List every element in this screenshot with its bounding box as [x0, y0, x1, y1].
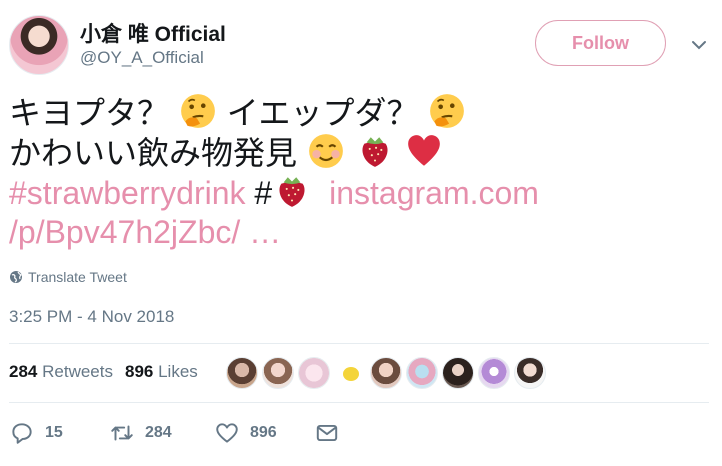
- divider: [9, 343, 709, 344]
- liker-avatars: [226, 357, 546, 389]
- tweet-text-segment: キヨプタ？: [9, 95, 170, 131]
- red-heart-icon: [407, 135, 440, 166]
- liker-avatar[interactable]: [478, 357, 510, 389]
- tweet-stats: 284 Retweets 896 Likes: [9, 362, 198, 382]
- hashtag-link[interactable]: #strawberrydrink: [9, 175, 246, 211]
- envelope-icon: [316, 424, 338, 442]
- liker-avatar[interactable]: [406, 357, 438, 389]
- liker-avatar[interactable]: [370, 357, 402, 389]
- hashtag-symbol: #: [254, 175, 273, 211]
- instagram-link[interactable]: instagram.com: [329, 175, 539, 211]
- tweet-text: キヨプタ？ イエップダ？ かわいい飲み物発見 #strawberrydrink …: [9, 92, 609, 252]
- tweet-text-segment: かわいい飲み物発見: [9, 135, 298, 171]
- hashtag-link[interactable]: #: [254, 175, 312, 211]
- display-name[interactable]: 小倉 唯 Official: [80, 18, 226, 48]
- retweet-button[interactable]: 284: [109, 420, 214, 446]
- like-button[interactable]: 896: [214, 420, 314, 446]
- thinking-face-icon: [430, 94, 465, 128]
- globe-icon: [10, 271, 23, 283]
- retweets-label: Retweets: [42, 362, 113, 381]
- retweet-count: 284: [145, 424, 172, 441]
- retweets-stat[interactable]: 284 Retweets: [9, 362, 113, 382]
- instagram-link-path[interactable]: /p/Bpv47h2jZbc/: [9, 214, 240, 250]
- heart-icon: [216, 423, 238, 443]
- liker-avatar[interactable]: [298, 357, 330, 389]
- divider: [9, 402, 709, 403]
- strawberry-icon: [362, 137, 388, 167]
- tweet-timestamp[interactable]: 3:25 PM - 4 Nov 2018: [9, 307, 174, 327]
- strawberry-icon: [279, 177, 305, 207]
- direct-message-button[interactable]: [314, 420, 340, 446]
- retweet-icon: [111, 425, 133, 441]
- user-handle[interactable]: @OY_A_Official: [80, 48, 204, 68]
- reply-count: 15: [45, 424, 63, 441]
- likes-stat[interactable]: 896 Likes: [125, 362, 198, 382]
- smiling-face-icon: [309, 134, 343, 168]
- liker-avatar[interactable]: [514, 357, 546, 389]
- liker-avatar[interactable]: [334, 357, 366, 389]
- likes-count: 896: [124, 362, 154, 381]
- avatar[interactable]: [9, 15, 69, 75]
- reply-button[interactable]: 15: [9, 420, 109, 446]
- link-ellipsis[interactable]: …: [249, 214, 281, 250]
- like-count: 896: [250, 424, 277, 441]
- likes-label: Likes: [158, 362, 198, 381]
- liker-avatar[interactable]: [442, 357, 474, 389]
- thinking-face-icon: [181, 94, 215, 128]
- retweets-count: 284: [9, 362, 38, 381]
- chevron-down-icon[interactable]: [690, 36, 708, 54]
- follow-button[interactable]: Follow: [535, 20, 666, 66]
- reply-icon: [12, 423, 32, 444]
- tweet-actions: 15 284 896: [9, 420, 340, 446]
- liker-avatar[interactable]: [262, 357, 294, 389]
- translate-label: Translate Tweet: [28, 269, 127, 285]
- liker-avatar[interactable]: [226, 357, 258, 389]
- tweet-text-segment: イエップダ？: [226, 95, 419, 131]
- translate-tweet[interactable]: Translate Tweet: [9, 269, 127, 285]
